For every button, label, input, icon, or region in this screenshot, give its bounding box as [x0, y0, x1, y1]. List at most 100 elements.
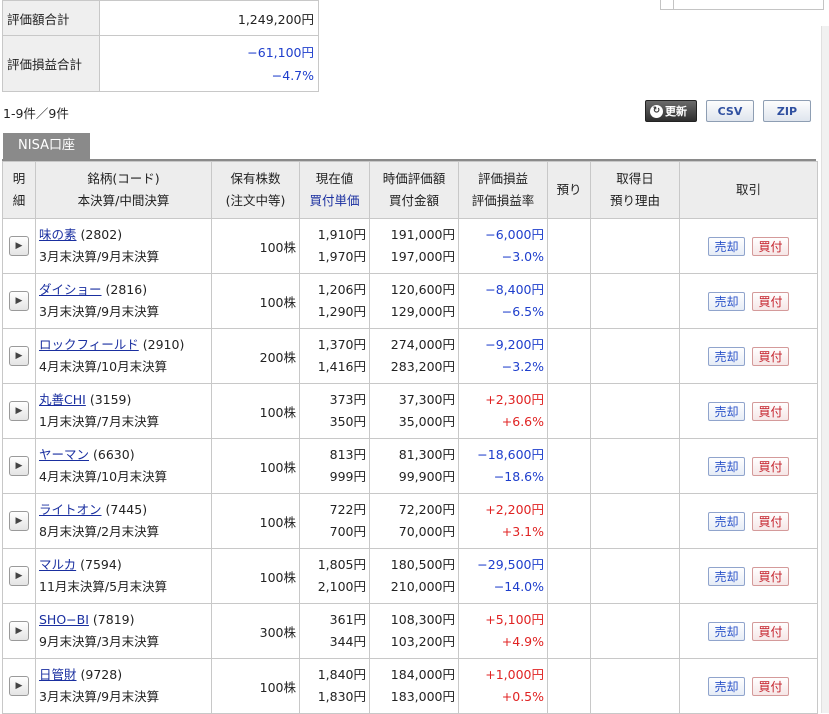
profit-loss-rate: −3.0% [501, 249, 544, 264]
csv-icon: CSV [717, 104, 743, 118]
stock-name-link[interactable]: マルカ [39, 557, 76, 572]
purchase-amount: 197,000円 [390, 249, 455, 264]
stock-code: (3159) [89, 392, 132, 407]
current-price: 813円 [329, 447, 366, 462]
market-value: 191,000円 [390, 227, 455, 242]
unit-cost: 1,830円 [317, 689, 366, 704]
stock-code: (7594) [80, 557, 122, 572]
stock-name-link[interactable]: ロックフィールド [39, 337, 139, 352]
shares: 100株 [211, 493, 300, 549]
csv-download-button[interactable]: CSV [706, 100, 754, 122]
expand-row-icon[interactable]: ▶ [9, 236, 29, 256]
profit-loss: +2,200円 [485, 502, 544, 517]
table-row: ▶ SHO−BI (7819) 9月末決算/3月末決算 300株 361円 34… [2, 603, 818, 659]
table-row: ▶ ダイショー (2816) 3月末決算/9月末決算 100株 1,206円 1… [2, 273, 818, 329]
tab-nisa[interactable]: NISA口座 [3, 133, 90, 159]
pl-total-label: 評価損益合計 [2, 35, 100, 92]
deposit-cell [547, 548, 591, 604]
expand-row-icon[interactable]: ▶ [9, 566, 29, 586]
acquired-cell [590, 493, 680, 549]
holdings-table: 明細 銘柄(コード) 本決算/中間決算 保有株数 (注文中等) 現在値 買付単価 時価… [2, 161, 818, 714]
sell-button[interactable]: 売却 [708, 456, 745, 476]
purchase-amount: 210,000円 [390, 579, 455, 594]
sell-button[interactable]: 売却 [708, 291, 745, 311]
market-value: 108,300円 [390, 612, 455, 627]
expand-row-icon[interactable]: ▶ [9, 621, 29, 641]
fiscal-period: 3月末決算/9月末決算 [39, 689, 160, 704]
shares: 100株 [211, 218, 300, 274]
expand-row-icon[interactable]: ▶ [9, 511, 29, 531]
sell-button[interactable]: 売却 [708, 401, 745, 421]
stock-name-link[interactable]: 丸善CHI [39, 392, 86, 407]
shares: 300株 [211, 603, 300, 659]
acquired-cell [590, 658, 680, 714]
buy-button[interactable]: 買付 [752, 676, 789, 696]
market-value: 120,600円 [390, 282, 455, 297]
sell-button[interactable]: 売却 [708, 676, 745, 696]
buy-button[interactable]: 買付 [752, 236, 789, 256]
acquired-cell [590, 438, 680, 494]
expand-row-icon[interactable]: ▶ [9, 346, 29, 366]
buy-button[interactable]: 買付 [752, 346, 789, 366]
sell-button[interactable]: 売却 [708, 621, 745, 641]
buy-button[interactable]: 買付 [752, 566, 789, 586]
unit-cost: 1,290円 [317, 304, 366, 319]
expand-row-icon[interactable]: ▶ [9, 676, 29, 696]
sort-unit-price-link[interactable]: 買付単価 [300, 190, 369, 212]
acquired-cell [590, 548, 680, 604]
header-price: 現在値 買付単価 [299, 161, 370, 219]
profit-loss-rate: −14.0% [493, 579, 544, 594]
profit-loss: −29,500円 [477, 557, 544, 572]
unit-cost: 1,970円 [317, 249, 366, 264]
deposit-cell [547, 658, 591, 714]
table-row: ▶ 味の素 (2802) 3月末決算/9月末決算 100株 1,910円 1,9… [2, 218, 818, 274]
current-price: 1,840円 [317, 667, 366, 682]
buy-button[interactable]: 買付 [752, 401, 789, 421]
acquired-cell [590, 328, 680, 384]
sell-button[interactable]: 売却 [708, 346, 745, 366]
buy-button[interactable]: 買付 [752, 291, 789, 311]
sell-button[interactable]: 売却 [708, 511, 745, 531]
profit-loss-rate: −6.5% [501, 304, 544, 319]
profit-loss-rate: +0.5% [501, 689, 544, 704]
header-shares: 保有株数 (注文中等) [211, 161, 300, 219]
current-price: 1,910円 [317, 227, 366, 242]
stock-name-link[interactable]: ヤーマン [39, 447, 89, 462]
buy-button[interactable]: 買付 [752, 456, 789, 476]
stock-name-link[interactable]: 日管財 [39, 667, 77, 682]
profit-loss: +2,300円 [485, 392, 544, 407]
stock-name-link[interactable]: ライトオン [39, 502, 102, 517]
profit-loss: −18,600円 [477, 447, 544, 462]
stock-code: (2910) [142, 337, 185, 352]
expand-row-icon[interactable]: ▶ [9, 401, 29, 421]
profit-loss: +1,000円 [485, 667, 544, 682]
update-button-label: 更新 [665, 105, 687, 118]
stock-name-link[interactable]: ダイショー [39, 282, 102, 297]
expand-row-icon[interactable]: ▶ [9, 456, 29, 476]
top-right-box [660, 0, 824, 10]
valuation-total-label: 評価額合計 [2, 0, 100, 36]
sell-button[interactable]: 売却 [708, 566, 745, 586]
buy-button[interactable]: 買付 [752, 621, 789, 641]
stock-name-link[interactable]: SHO−BI [39, 612, 89, 627]
buy-button[interactable]: 買付 [752, 511, 789, 531]
fiscal-period: 1月末決算/7月末決算 [39, 414, 160, 429]
table-row: ▶ ヤーマン (6630) 4月末決算/10月末決算 100株 813円 999… [2, 438, 818, 494]
header-deposit: 預り [547, 161, 591, 219]
deposit-cell [547, 603, 591, 659]
sell-button[interactable]: 売却 [708, 236, 745, 256]
table-row: ▶ ロックフィールド (2910) 4月末決算/10月末決算 200株 1,37… [2, 328, 818, 384]
pl-total-rate: −4.7% [271, 67, 314, 83]
deposit-cell [547, 328, 591, 384]
scrollbar[interactable] [821, 26, 829, 713]
deposit-cell [547, 438, 591, 494]
header-acquired: 取得日 預り理由 [590, 161, 680, 219]
stock-code: (2802) [80, 227, 123, 242]
zip-download-button[interactable]: ZIP [763, 100, 811, 122]
table-row: ▶ マルカ (7594) 11月末決算/5月末決算 100株 1,805円 2,… [2, 548, 818, 604]
stock-name-link[interactable]: 味の素 [39, 227, 77, 242]
update-button[interactable]: ↻ 更新 [645, 100, 697, 122]
purchase-amount: 129,000円 [390, 304, 455, 319]
expand-row-icon[interactable]: ▶ [9, 291, 29, 311]
header-value: 時価評価額 買付金額 [369, 161, 459, 219]
